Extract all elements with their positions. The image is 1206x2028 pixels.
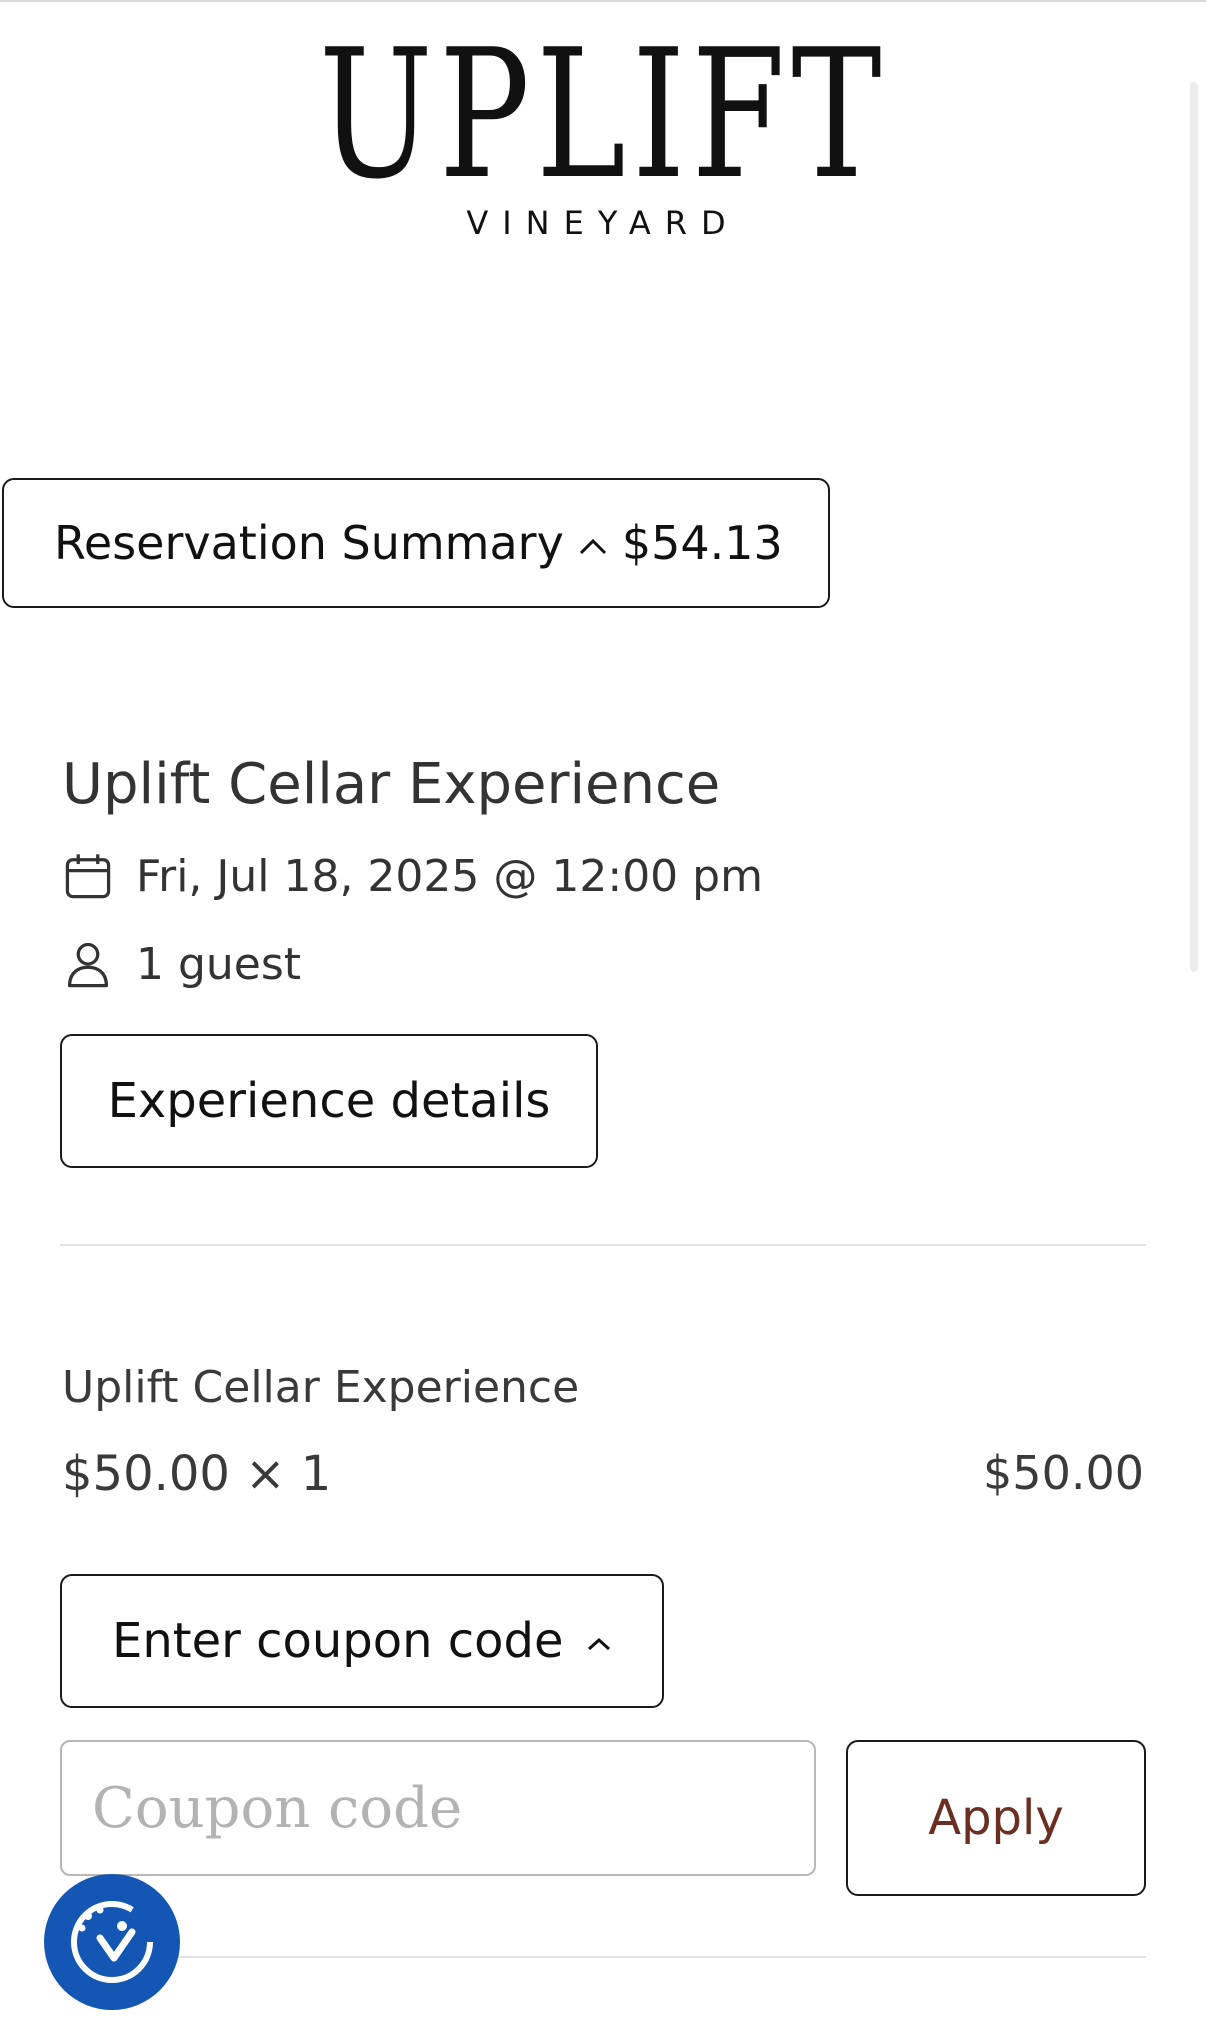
experience-guests: 1 guest bbox=[136, 938, 302, 990]
accessibility-icon bbox=[71, 1901, 153, 1983]
coupon-code-input[interactable] bbox=[60, 1740, 816, 1876]
reservation-summary-toggle[interactable]: Reservation Summary $54.13 bbox=[2, 478, 830, 608]
coupon-toggle-button[interactable]: Enter coupon code bbox=[60, 1574, 664, 1708]
line-item-name: Uplift Cellar Experience bbox=[62, 1362, 580, 1413]
experience-title: Uplift Cellar Experience bbox=[62, 752, 721, 817]
experience-date-row: Fri, Jul 18, 2025 @ 12:00 pm bbox=[62, 850, 763, 902]
accessibility-button[interactable] bbox=[44, 1874, 180, 2010]
line-item-amount: $50.00 bbox=[983, 1446, 1144, 1500]
reservation-total: $54.13 bbox=[621, 516, 783, 570]
experience-date: Fri, Jul 18, 2025 @ 12:00 pm bbox=[136, 850, 763, 902]
divider bbox=[60, 1244, 1146, 1246]
coupon-toggle-label: Enter coupon code bbox=[112, 1613, 564, 1669]
divider bbox=[60, 1956, 1146, 1958]
chevron-up-icon bbox=[578, 520, 608, 566]
apply-coupon-button[interactable]: Apply bbox=[846, 1740, 1146, 1896]
brand-logo: UPLIFT VINEYARD bbox=[0, 11, 1206, 243]
experience-guests-row: 1 guest bbox=[62, 938, 301, 990]
chevron-up-icon bbox=[586, 1621, 612, 1661]
line-item-price-qty: $50.00 × 1 bbox=[62, 1446, 332, 1502]
experience-details-button[interactable]: Experience details bbox=[60, 1034, 598, 1168]
calendar-icon bbox=[65, 854, 111, 899]
reservation-summary-label: Reservation Summary bbox=[54, 516, 564, 570]
top-border bbox=[0, 0, 1206, 2]
brand-name: UPLIFT bbox=[318, 11, 888, 218]
person-icon bbox=[67, 942, 109, 988]
